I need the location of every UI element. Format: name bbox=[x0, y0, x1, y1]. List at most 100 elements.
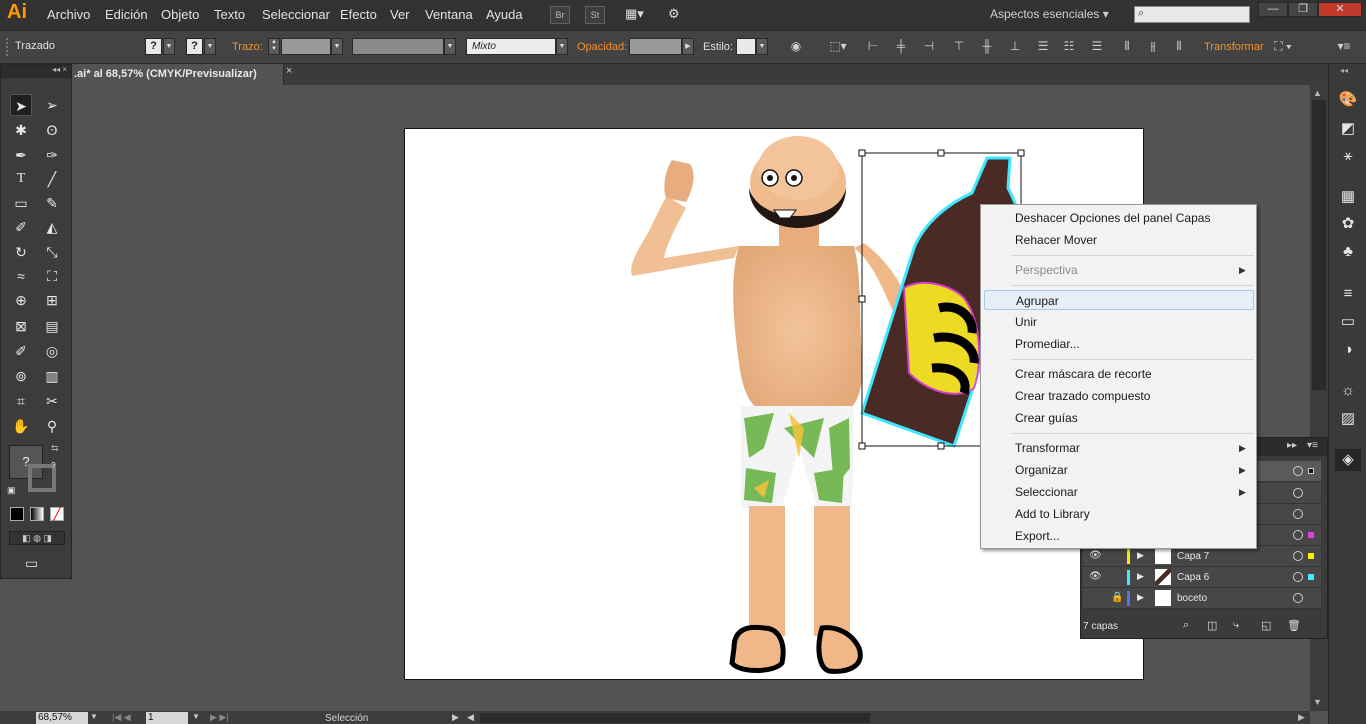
menu-ventana[interactable]: Ventana bbox=[425, 7, 473, 22]
collapse-panel-icon[interactable]: ▸▸ bbox=[1287, 440, 1297, 451]
transparency-panel-icon[interactable]: ◑ bbox=[1335, 339, 1361, 361]
slice-tool-icon[interactable]: ✂ bbox=[41, 390, 63, 412]
rectangle-tool-icon[interactable]: ▭ bbox=[10, 192, 32, 214]
delete-layer-icon[interactable]: 🗑 bbox=[1287, 619, 1301, 632]
pen-tool-icon[interactable]: ✒ bbox=[10, 144, 32, 166]
transform-link[interactable]: Transformar bbox=[1204, 41, 1264, 53]
style-swatch[interactable] bbox=[736, 38, 756, 55]
artboard-dropdown-icon[interactable]: ▼ bbox=[192, 712, 200, 721]
gpu-performance-icon[interactable]: ⚙ bbox=[668, 6, 690, 24]
zoom-field[interactable]: 68,57% bbox=[36, 712, 88, 724]
graphic-styles-panel-icon[interactable]: ▨ bbox=[1335, 408, 1361, 430]
menu-item-transform[interactable]: Transformar bbox=[1015, 438, 1080, 458]
vertical-scroll-thumb[interactable] bbox=[1312, 100, 1326, 390]
menu-item-group[interactable]: Agrupar bbox=[984, 290, 1254, 310]
color-mode-icon[interactable] bbox=[10, 507, 24, 521]
gradient-panel-icon[interactable]: ▭ bbox=[1335, 311, 1361, 333]
document-tab[interactable]: .ai* al 68,57% (CMYK/Previsualizar) bbox=[72, 64, 284, 85]
align-vcenter-icon[interactable]: ╫ bbox=[980, 39, 994, 53]
eyedropper-tool-icon[interactable]: ✐ bbox=[10, 340, 32, 362]
cc-libraries-panel-icon[interactable]: ⚹ bbox=[1335, 145, 1361, 167]
distribute-top-icon[interactable]: ☰ bbox=[1036, 39, 1050, 53]
align-bottom-icon[interactable]: ⊥ bbox=[1008, 39, 1022, 53]
fill-dropdown[interactable]: ▼ bbox=[163, 38, 175, 55]
selection-square-icon[interactable] bbox=[1308, 532, 1314, 538]
opacity-field[interactable] bbox=[629, 38, 682, 55]
arrange-documents-icon[interactable]: ▦▾ bbox=[625, 6, 653, 24]
panel-menu-icon[interactable]: ▾≡ bbox=[1334, 39, 1354, 53]
line-tool-icon[interactable]: ╱ bbox=[41, 168, 63, 190]
menu-edicion[interactable]: Edición bbox=[105, 7, 148, 22]
menu-objeto[interactable]: Objeto bbox=[161, 7, 199, 22]
opacity-dropdown[interactable]: ▶ bbox=[682, 38, 694, 55]
align-left-icon[interactable]: ⊢ bbox=[866, 39, 880, 53]
rotate-tool-icon[interactable]: ↻ bbox=[10, 241, 32, 263]
zoom-dropdown-icon[interactable]: ▼ bbox=[90, 712, 98, 721]
menu-seleccionar[interactable]: Seleccionar bbox=[262, 7, 330, 22]
variable-width-profile[interactable] bbox=[352, 38, 444, 55]
free-transform-tool-icon[interactable]: ⛶ bbox=[41, 265, 63, 287]
selection-square-icon[interactable] bbox=[1308, 574, 1314, 580]
zoom-tool-icon[interactable]: ⚲ bbox=[41, 415, 63, 437]
target-circle-icon[interactable] bbox=[1293, 530, 1303, 540]
shape-builder-tool-icon[interactable]: ⊕ bbox=[10, 289, 32, 311]
workspace-switcher[interactable]: Aspectos esenciales ▾ bbox=[990, 7, 1109, 21]
shaper-tool-icon[interactable]: ✐ bbox=[10, 216, 32, 238]
handle-middle-left[interactable] bbox=[858, 295, 866, 303]
eye-icon[interactable]: 👁 bbox=[1089, 550, 1102, 561]
scale-tool-icon[interactable]: ⤡ bbox=[41, 241, 63, 263]
swap-colors-icon[interactable]: ⇆ bbox=[51, 443, 59, 454]
profile-dropdown[interactable]: ▼ bbox=[444, 38, 456, 55]
layer-row-capa-6[interactable]: 👁 ▶ Capa 6 bbox=[1083, 567, 1321, 588]
layer-name[interactable]: Capa 6 bbox=[1177, 572, 1209, 583]
menu-item-clipping-mask[interactable]: Crear máscara de recorte bbox=[1015, 364, 1152, 384]
mesh-tool-icon[interactable]: ⊠ bbox=[10, 315, 32, 337]
symbols-panel-icon[interactable]: ♣ bbox=[1335, 241, 1361, 263]
isolate-group-icon[interactable]: ⛶ ▾ bbox=[1268, 39, 1298, 53]
eye-icon[interactable]: 👁 bbox=[1089, 571, 1102, 582]
recolor-artwork-icon[interactable]: ◉ bbox=[789, 39, 803, 53]
layer-name[interactable]: boceto bbox=[1177, 593, 1207, 604]
clipping-mask-icon[interactable]: ◫ bbox=[1207, 619, 1217, 632]
status-current-tool[interactable]: Selección bbox=[325, 713, 368, 724]
brush-definition-field[interactable]: Mixto bbox=[466, 38, 556, 55]
graph-tool-icon[interactable]: ▥ bbox=[41, 365, 63, 387]
screen-mode-icon[interactable]: ▭ bbox=[25, 555, 38, 572]
menu-archivo[interactable]: Archivo bbox=[47, 7, 90, 22]
align-hcenter-icon[interactable]: ╪ bbox=[894, 39, 908, 53]
handle-bottom-center[interactable] bbox=[937, 442, 945, 450]
scroll-left-icon[interactable]: ◀ bbox=[467, 712, 474, 723]
target-circle-icon[interactable] bbox=[1293, 488, 1303, 498]
dock-collapse-icon[interactable]: ◂◂ bbox=[1340, 66, 1348, 75]
opacity-label[interactable]: Opacidad: bbox=[577, 41, 627, 53]
next-artboard-icon[interactable]: ▶ ▶| bbox=[210, 712, 229, 723]
status-menu-icon[interactable]: ▶ bbox=[452, 712, 459, 723]
horizontal-scroll-thumb[interactable] bbox=[480, 713, 870, 723]
scroll-down-icon[interactable]: ▼ bbox=[1313, 697, 1322, 707]
default-colors-icon[interactable]: ▣ bbox=[7, 485, 16, 496]
style-dropdown[interactable]: ▼ bbox=[756, 38, 768, 55]
target-circle-icon[interactable] bbox=[1293, 593, 1303, 603]
tab-close-icon[interactable]: × bbox=[286, 65, 292, 77]
menu-item-make-guides[interactable]: Crear guías bbox=[1015, 408, 1078, 428]
appearance-panel-icon[interactable]: ☼ bbox=[1335, 380, 1361, 402]
paintbrush-tool-icon[interactable]: ✎ bbox=[41, 192, 63, 214]
layers-panel-icon[interactable]: ◈ bbox=[1335, 449, 1361, 471]
artboard-tool-icon[interactable]: ⌗ bbox=[10, 390, 32, 412]
type-tool-icon[interactable]: T bbox=[10, 168, 32, 190]
layer-row-capa-7[interactable]: 👁 ▶ Capa 7 bbox=[1083, 546, 1321, 567]
color-panel-icon[interactable]: 🎨 bbox=[1335, 89, 1361, 111]
selection-tool-icon[interactable]: ➤ bbox=[10, 94, 32, 116]
expand-triangle-icon[interactable]: ▶ bbox=[1137, 550, 1144, 561]
restore-button[interactable]: ❐ bbox=[1288, 2, 1318, 17]
perspective-grid-tool-icon[interactable]: ⊞ bbox=[41, 289, 63, 311]
distribute-bottom-icon[interactable]: ☰ bbox=[1090, 39, 1104, 53]
hand-tool-icon[interactable]: ✋ bbox=[10, 415, 32, 437]
handle-top-center[interactable] bbox=[937, 149, 945, 157]
drawing-modes-icon[interactable]: ◧ ◍ ◨ bbox=[9, 531, 65, 545]
direct-selection-tool-icon[interactable]: ➢ bbox=[41, 94, 63, 116]
locate-object-icon[interactable]: ⌕ bbox=[1183, 619, 1189, 632]
brushes-panel-icon[interactable]: ✿ bbox=[1335, 213, 1361, 235]
distribute-left-icon[interactable]: ⫴ bbox=[1120, 39, 1134, 53]
stock-button[interactable]: St bbox=[585, 6, 605, 24]
